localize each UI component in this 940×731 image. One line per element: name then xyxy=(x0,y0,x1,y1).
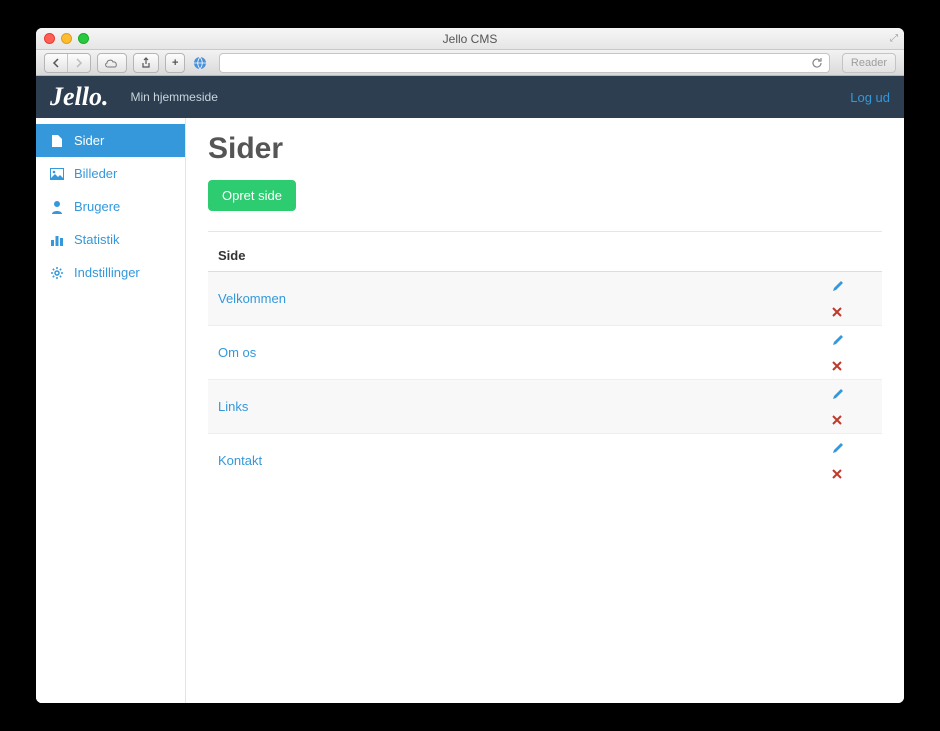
table-row: Velkommen xyxy=(208,272,882,326)
minimize-window-button[interactable] xyxy=(61,33,72,44)
column-header-actions xyxy=(822,240,882,272)
sidebar-item-label: Statistik xyxy=(74,232,120,247)
gear-icon xyxy=(50,266,64,280)
page-title: Sider xyxy=(208,132,882,166)
brand-logo[interactable]: Jello xyxy=(50,84,109,110)
user-icon xyxy=(50,200,64,214)
new-tab-button[interactable]: + xyxy=(165,53,185,73)
reader-button[interactable]: Reader xyxy=(842,53,896,73)
file-icon xyxy=(50,134,64,148)
content-row: Sider Billeder Brugere xyxy=(36,118,904,703)
edit-icon[interactable] xyxy=(832,388,872,400)
share-button[interactable] xyxy=(133,53,159,73)
browser-window: Jello CMS ⤢ + Reader xyxy=(36,28,904,703)
create-page-button[interactable]: Opret side xyxy=(208,180,296,211)
maximize-window-button[interactable] xyxy=(78,33,89,44)
chart-icon xyxy=(50,234,64,246)
delete-icon[interactable] xyxy=(832,469,872,479)
titlebar: Jello CMS ⤢ xyxy=(36,28,904,50)
sidebar: Sider Billeder Brugere xyxy=(36,118,186,703)
sidebar-item-brugere[interactable]: Brugere xyxy=(36,190,185,223)
page-link[interactable]: Kontakt xyxy=(218,453,262,468)
globe-icon xyxy=(193,56,207,70)
edit-icon[interactable] xyxy=(832,442,872,454)
window-title: Jello CMS xyxy=(36,32,904,46)
delete-icon[interactable] xyxy=(832,361,872,371)
edit-icon[interactable] xyxy=(832,280,872,292)
nav-buttons xyxy=(44,53,91,73)
divider xyxy=(208,231,882,232)
sidebar-item-label: Sider xyxy=(74,133,104,148)
sidebar-item-billeder[interactable]: Billeder xyxy=(36,157,185,190)
table-row: Om os xyxy=(208,326,882,380)
page-link[interactable]: Om os xyxy=(218,345,256,360)
close-window-button[interactable] xyxy=(44,33,55,44)
reload-icon[interactable] xyxy=(811,57,823,69)
logout-link[interactable]: Log ud xyxy=(850,90,890,105)
edit-icon[interactable] xyxy=(832,334,872,346)
window-controls xyxy=(44,33,89,44)
app-navbar: Jello Min hjemmeside Log ud xyxy=(36,76,904,118)
sidebar-item-statistik[interactable]: Statistik xyxy=(36,223,185,256)
app: Jello Min hjemmeside Log ud Sider Billed… xyxy=(36,76,904,703)
table-row: Links xyxy=(208,380,882,434)
delete-icon[interactable] xyxy=(832,307,872,317)
sidebar-item-label: Billeder xyxy=(74,166,117,181)
fullscreen-icon[interactable]: ⤢ xyxy=(890,33,898,44)
image-icon xyxy=(50,168,64,180)
sidebar-item-indstillinger[interactable]: Indstillinger xyxy=(36,256,185,289)
site-name[interactable]: Min hjemmeside xyxy=(131,90,218,104)
sidebar-item-label: Indstillinger xyxy=(74,265,140,280)
back-button[interactable] xyxy=(45,54,67,72)
forward-button[interactable] xyxy=(67,54,90,72)
icloud-button[interactable] xyxy=(97,53,127,73)
sidebar-item-label: Brugere xyxy=(74,199,120,214)
address-bar[interactable] xyxy=(219,53,829,73)
table-row: Kontakt xyxy=(208,434,882,488)
browser-toolbar: + Reader xyxy=(36,50,904,76)
page-link[interactable]: Velkommen xyxy=(218,291,286,306)
pages-table: Side Velkommen Om os Links Kontakt xyxy=(208,240,882,487)
column-header-side: Side xyxy=(208,240,822,272)
delete-icon[interactable] xyxy=(832,415,872,425)
main-content: Sider Opret side Side Velkommen Om os Link… xyxy=(186,118,904,703)
page-link[interactable]: Links xyxy=(218,399,248,414)
sidebar-item-sider[interactable]: Sider xyxy=(36,124,185,157)
